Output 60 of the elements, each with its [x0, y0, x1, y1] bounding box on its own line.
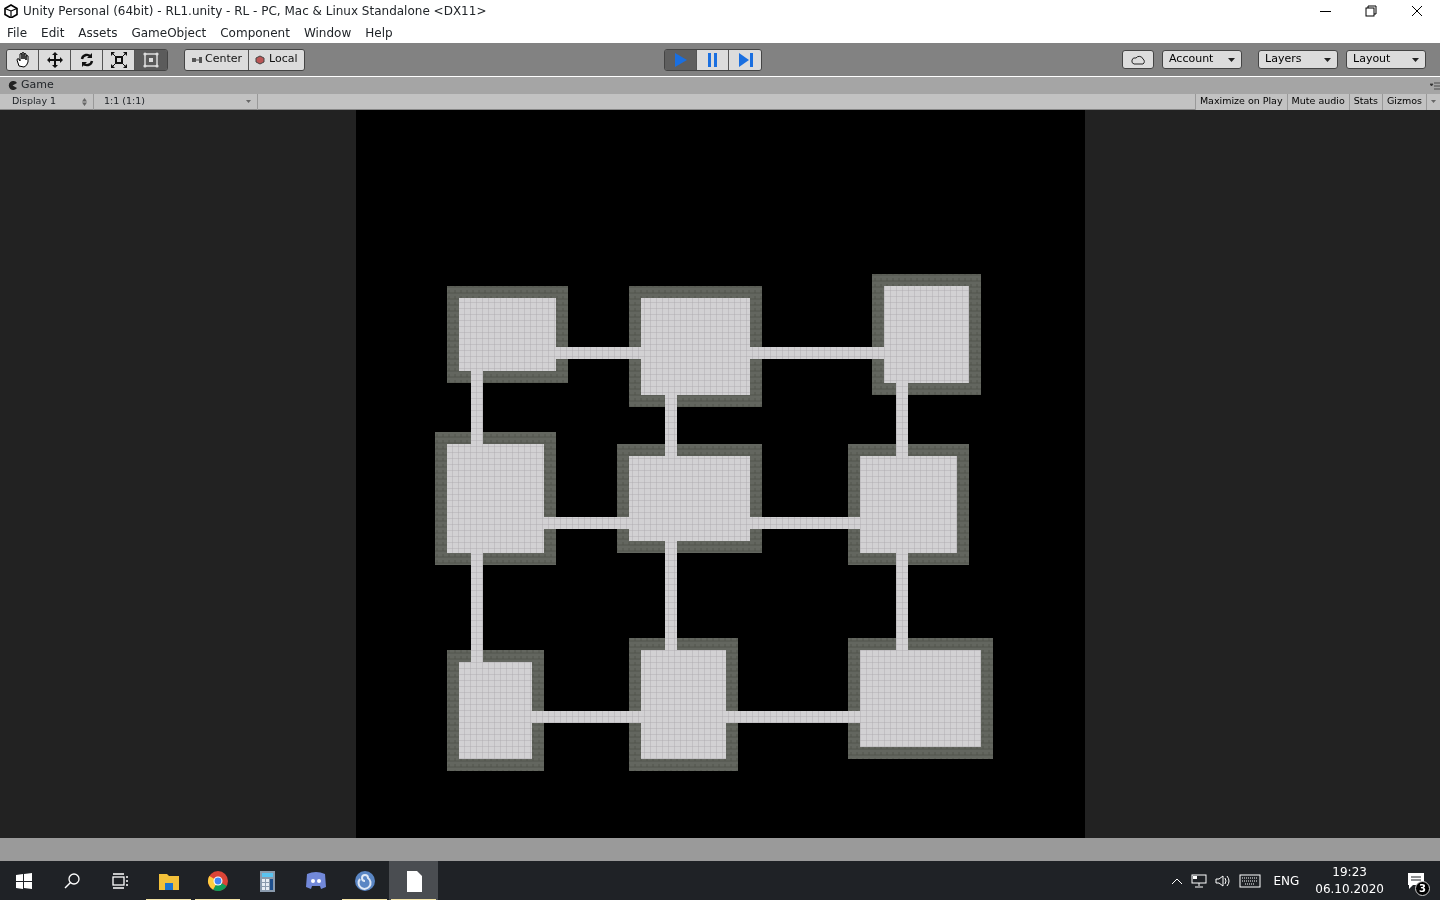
menu-item[interactable]: GameObject	[124, 23, 214, 42]
show-hidden-icons-icon	[1171, 877, 1184, 885]
caret-icon	[246, 100, 251, 103]
pivot-button[interactable]: Local	[249, 49, 304, 70]
game-controller-icon	[304, 870, 327, 892]
rect-tool-icon	[142, 50, 160, 69]
window-title: Unity Personal (64bit) - RL1.unity - RL - PC, Mac & Linux Standalone <DX11>	[23, 3, 488, 20]
network-icon	[1191, 874, 1208, 888]
cloud-icon	[1130, 54, 1146, 65]
tab-menu-icon	[1430, 81, 1440, 90]
step-icon	[736, 50, 754, 69]
notification-count-badge: 3	[1415, 881, 1430, 897]
playback-button[interactable]	[729, 49, 762, 70]
move-icon	[45, 50, 64, 69]
pivot-center-icon	[191, 54, 202, 65]
close-icon	[1410, 4, 1424, 18]
windows-logo-icon	[16, 873, 32, 889]
tab-title[interactable]: Game	[21, 77, 54, 94]
pacman-icon	[8, 81, 17, 90]
scale-icon	[109, 50, 128, 69]
spinner-arrows-icon	[82, 97, 87, 106]
swirl-icon	[353, 870, 376, 892]
tool-button[interactable]	[39, 49, 71, 70]
pivot-button[interactable]: Center	[185, 49, 250, 70]
search-icon	[64, 873, 80, 889]
taskbar-app[interactable]	[389, 861, 438, 900]
scale-select[interactable]: 1:1 (1:1)	[98, 93, 258, 110]
tool-button[interactable]	[135, 49, 167, 70]
unity-logo-icon	[4, 4, 18, 18]
cube-icon	[255, 54, 267, 65]
clock[interactable]: 19:23 06.10.2020	[1315, 864, 1384, 898]
menu-item[interactable]: Edit	[34, 23, 72, 42]
menu-item[interactable]: Help	[358, 23, 400, 42]
dropdown-button[interactable]: Account	[1162, 50, 1242, 69]
menu-item[interactable]: Component	[213, 23, 297, 42]
cloud-button[interactable]	[1122, 50, 1154, 69]
restore-icon	[1364, 4, 1378, 18]
caret-icon	[1228, 57, 1235, 62]
playback-button[interactable]	[697, 49, 730, 70]
tool-button[interactable]	[7, 49, 39, 70]
task-view-icon	[111, 873, 129, 889]
browser-icon	[206, 870, 229, 892]
caret-icon	[1431, 100, 1436, 103]
display-select[interactable]: Display 1	[6, 93, 94, 110]
keyboard-icon	[1239, 874, 1262, 888]
tool-button[interactable]	[103, 49, 135, 70]
minimize-icon	[1319, 10, 1331, 12]
menu-item[interactable]: Assets	[71, 23, 125, 42]
hand-icon	[13, 50, 32, 69]
language-indicator[interactable]: ENG	[1273, 872, 1300, 890]
playback-button[interactable]	[665, 49, 698, 70]
menu-item[interactable]: File	[0, 23, 35, 42]
menu-item[interactable]: Window	[296, 23, 359, 42]
dropdown-button[interactable]: Layout	[1346, 50, 1426, 69]
speaker-icon	[1215, 874, 1232, 888]
caret-icon	[1324, 57, 1331, 62]
caret-icon	[1412, 57, 1419, 62]
tool-button[interactable]	[71, 49, 103, 70]
notifications-button[interactable]: 3	[1392, 861, 1440, 900]
dropdown-button[interactable]: Layers	[1258, 50, 1338, 69]
